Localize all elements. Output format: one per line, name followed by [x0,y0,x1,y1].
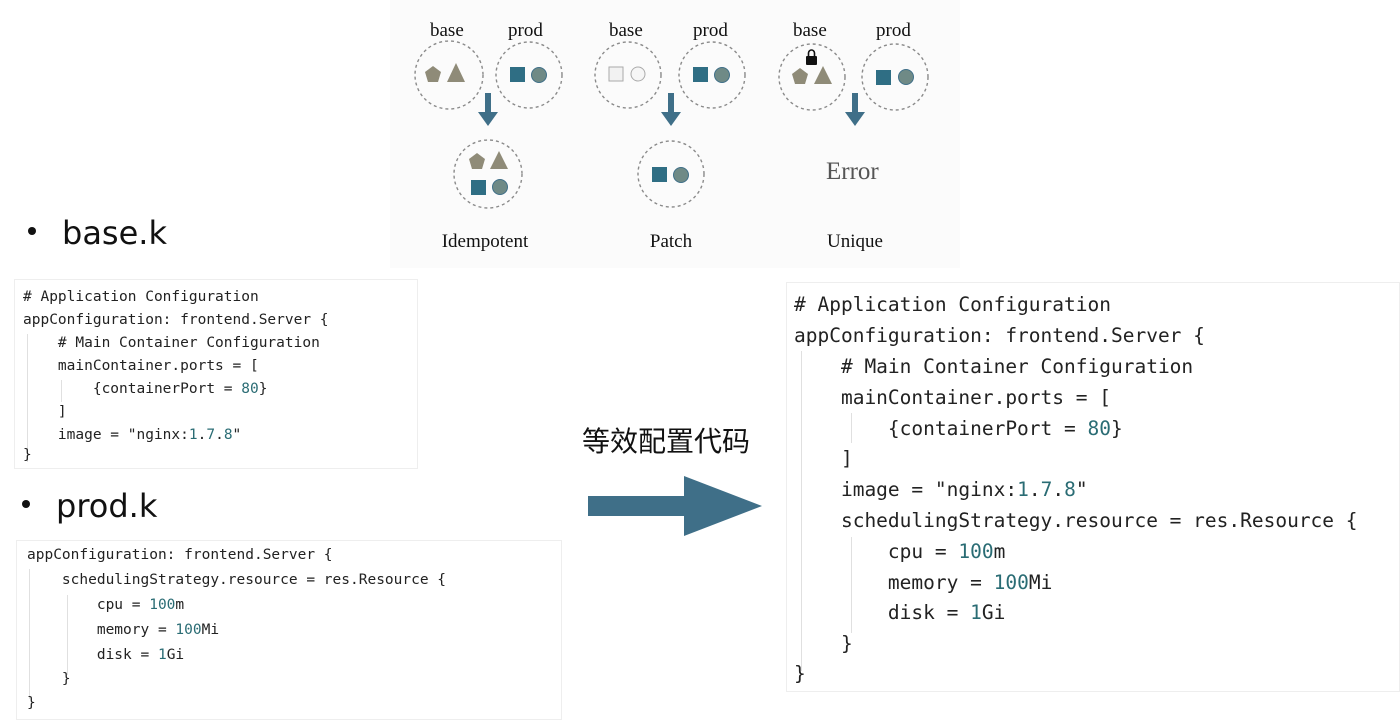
prod-circle [495,41,563,109]
code-line: schedulingStrategy.resource = res.Resour… [794,509,1358,532]
pentagon-icon [469,153,485,169]
down-arrow-icon [661,112,681,126]
circle-icon [898,69,914,85]
code-line: memory = 100Mi [794,571,1053,594]
base-label: base [793,20,827,41]
triangle-icon [447,63,465,82]
base-circle [778,43,846,111]
prod-circle [678,41,746,109]
code-line: appConfiguration: frontend.Server { [27,547,333,563]
code-line: image = "nginx:1.7.8" [794,478,1088,501]
code-line: mainContainer.ports = [ [794,386,1111,409]
result-circle [637,140,705,208]
prod-file-name: prod.k [56,487,158,525]
code-line: ] [23,404,67,420]
code-line: cpu = 100m [794,540,1006,563]
lock-icon [806,56,817,65]
down-arrow-icon [478,112,498,126]
down-arrow-icon [845,112,865,126]
prod-label: prod [693,20,728,41]
base-file-heading: base.k [28,214,167,252]
square-icon [876,70,891,85]
base-label: base [430,20,464,41]
caption-unique: Unique [827,231,883,252]
square-icon [510,67,525,82]
code-line: memory = 100Mi [27,622,220,638]
pentagon-icon [425,66,441,82]
merged-code-panel: # Application Configuration appConfigura… [786,282,1400,692]
code-line: disk = 1Gi [794,601,1006,624]
code-line: } [794,632,853,655]
code-line: disk = 1Gi [27,647,185,663]
idempotent-group [414,40,563,209]
code-line: } [27,671,71,687]
code-line: cpu = 100m [27,597,185,613]
bullet-dot [28,227,36,235]
code-line: {containerPort = 80} [23,381,268,397]
code-line: appConfiguration: frontend.Server { [23,312,329,328]
code-line: } [27,695,36,711]
code-line: # Application Configuration [794,293,1111,316]
code-line: # Main Container Configuration [23,335,320,351]
prod-code-panel: appConfiguration: frontend.Server { sche… [16,540,562,720]
merge-strategy-diagram: base prod base prod base prod Error Idem… [390,0,960,268]
error-result: Error [826,158,879,185]
equivalent-config-label: 等效配置代码 [582,425,751,458]
unique-group [778,43,929,126]
prod-label: prod [508,20,543,41]
caption-idempotent: Idempotent [441,231,529,252]
code-line: mainContainer.ports = [ [23,358,259,374]
code-line: schedulingStrategy.resource = res.Resour… [27,572,447,588]
result-circle [453,139,523,209]
square-icon [652,167,667,182]
bullet-dot [22,500,30,508]
circle-icon [630,66,646,82]
square-icon [693,67,708,82]
triangle-icon [814,66,832,84]
code-line: ] [794,447,853,470]
prod-file-heading: prod.k [22,487,157,525]
circle-icon [673,167,689,183]
patch-group [594,41,746,208]
code-line: } [23,447,32,463]
code-line: } [794,662,806,685]
code-line: {containerPort = 80} [794,417,1123,440]
base-file-name: base.k [62,214,167,252]
caption-patch: Patch [649,231,693,252]
base-label: base [609,20,643,41]
code-line: image = "nginx:1.7.8" [23,427,242,443]
square-icon [471,180,486,195]
base-code-panel: # Application Configuration appConfigura… [14,279,418,469]
circle-icon [492,179,508,195]
square-icon [608,66,624,82]
circle-icon [714,67,730,83]
code-line: # Application Configuration [23,289,259,305]
base-circle [414,40,484,110]
code-line: # Main Container Configuration [794,355,1194,378]
code-line: appConfiguration: frontend.Server { [794,324,1205,347]
right-arrow-icon [588,476,762,536]
prod-circle [861,43,929,111]
circle-icon [531,67,547,83]
pentagon-icon [792,68,808,84]
merge-diagram-graphics [414,40,929,209]
prod-label: prod [876,20,911,41]
base-circle [594,41,662,109]
triangle-icon [490,151,508,169]
